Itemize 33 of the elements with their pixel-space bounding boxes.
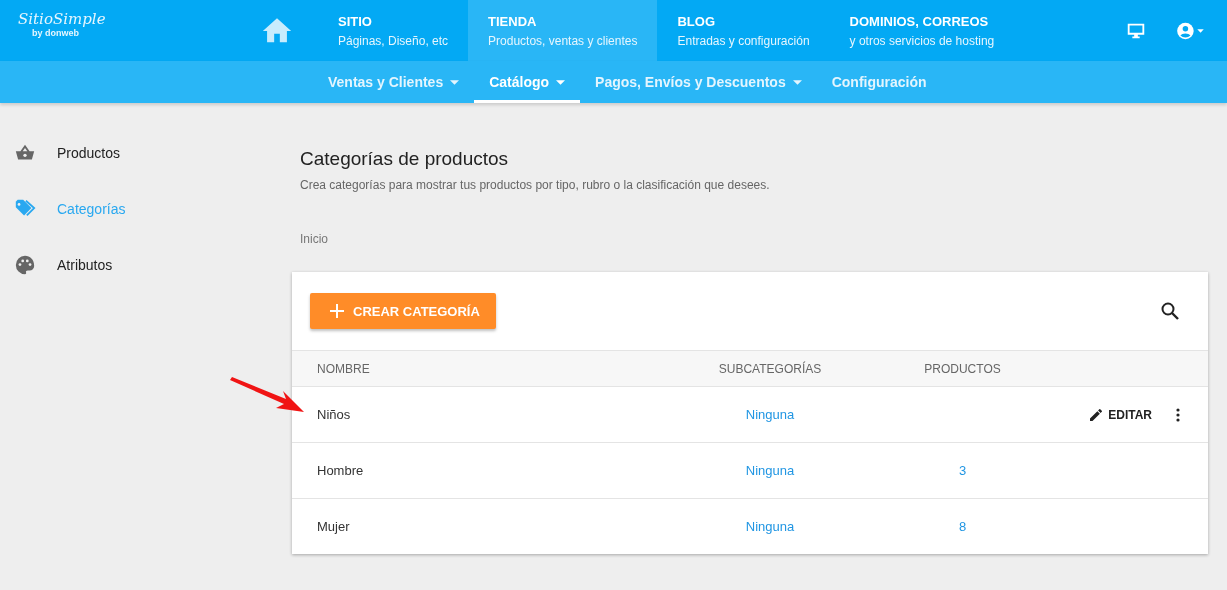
category-name: Mujer (316, 519, 350, 534)
sidebar-item[interactable]: Atributos (0, 237, 262, 293)
products-count-link[interactable]: 3 (958, 463, 967, 478)
category-name: Niños (316, 407, 351, 422)
subcategories-link[interactable]: Ninguna (745, 519, 795, 534)
main-tab[interactable]: TIENDA Productos, ventas y clientes (468, 0, 658, 61)
page-title: Categorías de productos (300, 148, 510, 170)
page-description: Crea categorías para mostrar tus productos por tipo, rubro o la clasificación que desees. (300, 178, 771, 192)
main-tab[interactable]: BLOG Entradas y configuración (657, 0, 830, 61)
create-category-button[interactable]: CREAR CATEGORÍA (310, 293, 496, 329)
products-count-link[interactable]: 8 (958, 519, 967, 534)
column-header: PRODUCTOS (924, 361, 1001, 376)
sub-tab[interactable]: Pagos, Envíos y Descuentos (580, 61, 817, 103)
subcategories-link[interactable]: Ninguna (745, 407, 795, 422)
plus-icon (330, 304, 344, 318)
sidebar-item[interactable]: Categorías (0, 181, 262, 237)
subcategories-link[interactable]: Ninguna (745, 463, 795, 478)
palette-icon (14, 254, 36, 276)
column-header: NOMBRE (316, 361, 370, 376)
main-tab[interactable]: SITIO Páginas, Diseño, etc (318, 0, 469, 61)
breadcrumb-link[interactable]: Inicio (300, 232, 328, 246)
sub-tab[interactable]: Ventas y Clientes (313, 61, 475, 103)
edit-button[interactable]: EDITAR (1088, 406, 1152, 423)
more-icon[interactable] (1176, 407, 1180, 422)
sub-tab[interactable]: Configuración (816, 61, 942, 103)
sidebar-item[interactable]: Productos (0, 125, 262, 181)
category-name: Hombre (316, 463, 364, 478)
main-tab[interactable]: DOMINIOS, CORREOS y otros servicios de hosting (829, 0, 1015, 61)
logo-text[interactable]: SitioSimple (18, 10, 106, 28)
sub-tab[interactable]: Catálogo (474, 61, 581, 103)
logo-byline: by donweb (32, 28, 79, 38)
column-header: SUBCATEGORÍAS (718, 361, 822, 376)
pencil-icon (1088, 406, 1105, 423)
